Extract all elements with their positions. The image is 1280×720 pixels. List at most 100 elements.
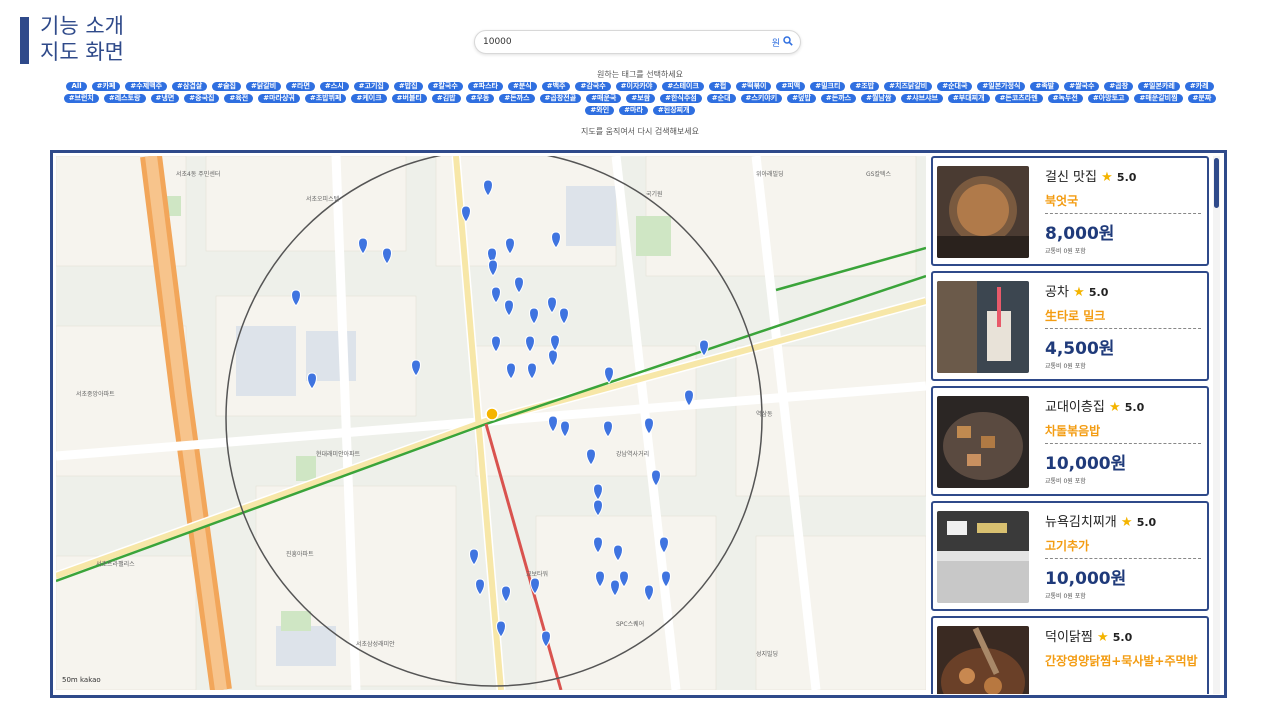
tag-list: All #카페 #수제맥주 #삼겹살 #술집 #닭갈비 #라면 #스시 #고기집 #밥집 #칼국수 #… — [55, 82, 1225, 115]
tag-button[interactable]: #스키야키 — [740, 94, 783, 103]
tag-button[interactable]: #분짜 — [1187, 94, 1217, 103]
map-canvas[interactable]: 서초4동 주민센터 서초오피스텔 국기원 위아래빌딩 서초중앙아파트 현대래미안… — [56, 156, 926, 690]
tag-button[interactable]: #피맥 — [776, 82, 806, 91]
tag-button[interactable]: #한식주점 — [660, 94, 702, 103]
restaurant-rating: 5.0 — [1116, 171, 1137, 184]
tag-button[interactable]: #펍 — [708, 82, 732, 91]
restaurant-card[interactable]: 공차 ★ 5.0 生타로 밀크 4,500원 교통비 0원 포함 — [931, 271, 1209, 381]
tag-button[interactable]: #매운국 — [586, 94, 622, 103]
restaurant-menu: 차돌볶음밥 — [1045, 423, 1201, 444]
tag-button[interactable]: #조밥 — [850, 82, 880, 91]
tag-button[interactable]: #칼국수 — [427, 82, 463, 91]
map-pin-icon[interactable] — [504, 299, 514, 317]
map-pin-icon[interactable] — [514, 276, 524, 294]
star-icon: ★ — [1120, 515, 1133, 530]
svg-text:GS칼텍스: GS칼텍스 — [866, 170, 891, 178]
tag-button[interactable]: #초밥뷔페 — [304, 94, 347, 103]
tag-button[interactable]: #닭갈비 — [245, 82, 282, 91]
tag-button[interactable]: #케이크 — [351, 94, 387, 103]
map-pin-icon[interactable] — [699, 339, 709, 357]
tag-button[interactable]: #이자카야 — [615, 82, 658, 91]
map-pin-icon[interactable] — [501, 585, 511, 603]
tag-button[interactable]: #치즈닭갈비 — [884, 82, 933, 91]
tag-button[interactable]: #아망토고 — [1087, 94, 1130, 103]
tag-button[interactable]: #돈까스 — [499, 94, 535, 103]
tag-button[interactable]: #중국집 — [184, 94, 220, 103]
restaurant-card[interactable]: 덕이닭찜 ★ 5.0 간장영양닭찜+묵사발+주먹밥 — [931, 616, 1209, 694]
tag-button[interactable]: #라면 — [286, 82, 315, 91]
tag-button[interactable]: #술집 — [212, 82, 241, 91]
tag-button[interactable]: #쌀국수 — [1064, 82, 1100, 91]
restaurant-fee: 교통비 0원 포함 — [1045, 478, 1086, 485]
map-pin-icon[interactable] — [547, 296, 557, 314]
map-pin-icon[interactable] — [491, 286, 501, 304]
map-pin-icon[interactable] — [593, 499, 603, 517]
tag-button[interactable]: #족발 — [1030, 82, 1060, 91]
tag-button[interactable]: #김밥 — [431, 94, 461, 103]
tag-button[interactable]: #수제맥주 — [125, 82, 168, 91]
restaurant-list[interactable]: 걸신 맛집 ★ 5.0 북엇국 8,000원 교통비 0원 포함 공차 ★ 5.… — [931, 156, 1211, 694]
restaurant-card[interactable]: 교대이층집 ★ 5.0 차돌볶음밥 10,000원 교통비 0원 포함 — [931, 386, 1209, 496]
tag-button[interactable]: #브런치 — [63, 94, 99, 103]
tag-button[interactable]: #일본가정식 — [977, 82, 1026, 91]
search-input[interactable] — [483, 34, 763, 50]
tag-button[interactable]: #순대 — [706, 94, 736, 103]
tag-button[interactable]: #부대찌개 — [947, 94, 990, 103]
tag-button[interactable]: #곱창전골 — [539, 94, 582, 103]
map-pin-icon[interactable] — [488, 259, 498, 277]
tag-button[interactable]: #육전 — [224, 94, 254, 103]
tag-button[interactable]: #월남쌈 — [861, 94, 897, 103]
tag-button[interactable]: #덮밥 — [787, 94, 816, 103]
tag-button[interactable]: #파스타 — [467, 82, 503, 91]
tag-button[interactable]: #버블티 — [391, 94, 427, 103]
tag-button[interactable]: #우동 — [465, 94, 495, 103]
tag-button[interactable]: #돈까스 — [820, 94, 857, 103]
map-pin-icon[interactable] — [358, 237, 368, 255]
tag-button[interactable]: #돈코츠라멘 — [994, 94, 1043, 103]
map-view[interactable]: 서초4동 주민센터 서초오피스텔 국기원 위아래빌딩 서초중앙아파트 현대래미안… — [56, 156, 926, 690]
map-pin-icon[interactable] — [475, 578, 485, 596]
tag-button[interactable]: #삼겹살 — [172, 82, 208, 91]
map-pin-icon[interactable] — [593, 483, 603, 501]
svg-text:서초삼성래미안: 서초삼성래미안 — [356, 640, 395, 648]
tag-button[interactable]: #분식 — [507, 82, 537, 91]
tag-button[interactable]: #카페 — [91, 82, 121, 91]
tag-button[interactable]: #된장찌개 — [652, 106, 695, 115]
tag-button[interactable]: #스테이크 — [662, 82, 704, 91]
tag-button[interactable]: #보쌈 — [626, 94, 656, 103]
restaurant-card[interactable]: 뉴욕김치찌개 ★ 5.0 고기추가 10,000원 교통비 0원 포함 — [931, 501, 1209, 611]
tag-button[interactable]: #스시 — [319, 82, 349, 91]
tag-button[interactable]: #밀크티 — [810, 82, 846, 91]
search-bar[interactable]: 원 — [474, 30, 801, 54]
tag-button[interactable]: #녹두전 — [1047, 94, 1083, 103]
scrollbar-thumb[interactable] — [1214, 158, 1219, 208]
star-icon: ★ — [1108, 400, 1121, 415]
tag-button[interactable]: #마라샹궈 — [258, 94, 300, 103]
tag-button[interactable]: #레스토랑 — [103, 94, 146, 103]
tag-button[interactable]: All — [66, 82, 87, 91]
list-scrollbar[interactable] — [1213, 156, 1220, 694]
tag-button[interactable]: #카레 — [1184, 82, 1214, 91]
tag-button[interactable]: #감국수 — [575, 82, 611, 91]
map-pin-icon[interactable] — [469, 548, 479, 566]
map-scale: 50m kakao — [62, 676, 101, 684]
map-pin-icon[interactable] — [529, 307, 539, 325]
restaurant-card[interactable]: 걸신 맛집 ★ 5.0 북엇국 8,000원 교통비 0원 포함 — [931, 156, 1209, 266]
tag-button[interactable]: #곱창 — [1104, 82, 1134, 91]
search-icon[interactable] — [783, 36, 793, 46]
tag-button[interactable]: #일본카레 — [1138, 82, 1180, 91]
tag-button[interactable]: #고기집 — [353, 82, 389, 91]
tag-button[interactable]: #매운갈비찜 — [1134, 94, 1183, 103]
tag-button[interactable]: #밥집 — [393, 82, 423, 91]
tag-button[interactable]: #와인 — [585, 106, 615, 115]
tag-button[interactable]: #냉면 — [150, 94, 180, 103]
tag-button[interactable]: #백주 — [541, 82, 571, 91]
svg-text:성지빌딩: 성지빌딩 — [756, 650, 778, 658]
map-pin-icon[interactable] — [559, 307, 569, 325]
tag-button[interactable]: #떡볶이 — [736, 82, 772, 91]
map-pin-icon[interactable] — [382, 247, 392, 265]
current-location-marker — [485, 407, 499, 421]
tag-button[interactable]: #샤브샤브 — [901, 94, 943, 103]
tag-button[interactable]: #마라 — [619, 106, 648, 115]
tag-button[interactable]: #순대국 — [937, 82, 973, 91]
